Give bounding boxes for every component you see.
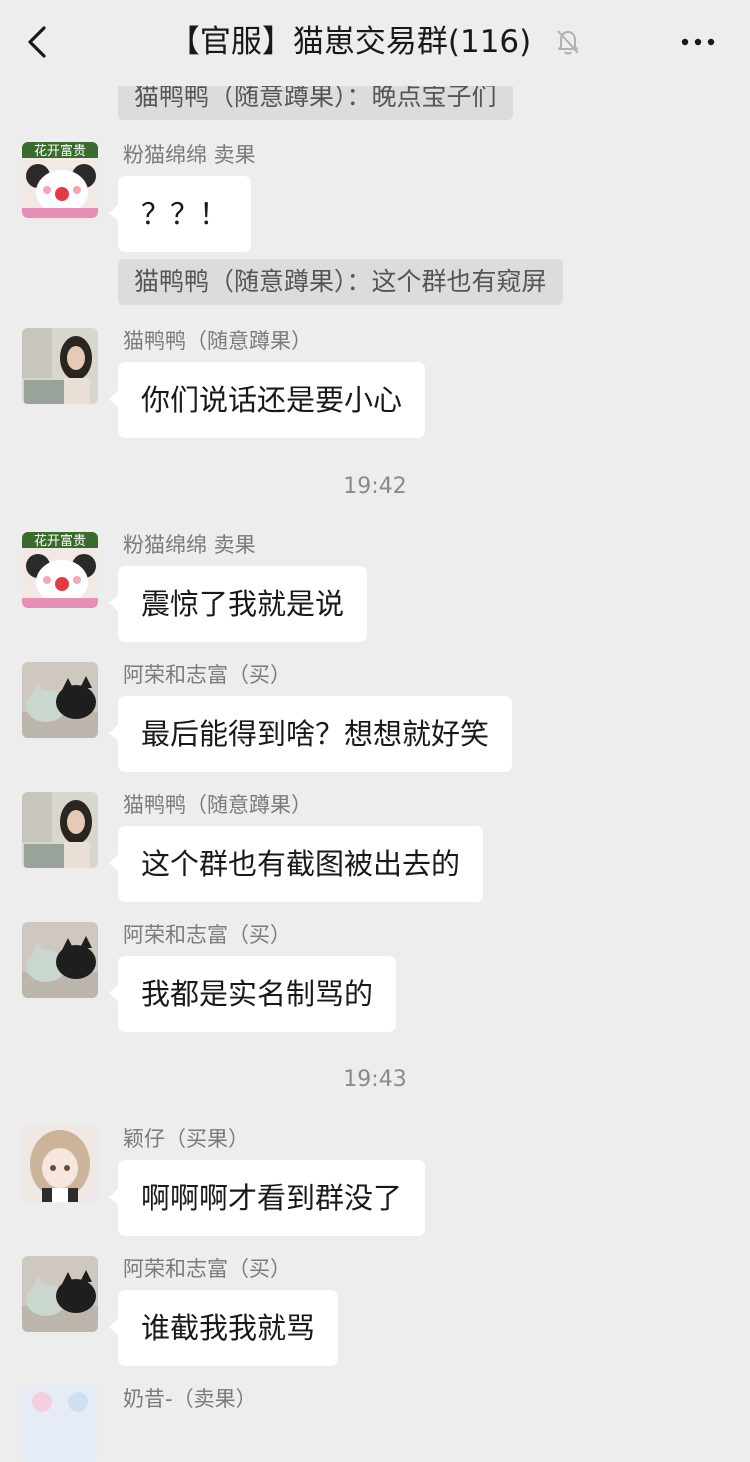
message-bubble[interactable]: 你们说话还是要小心 — [108, 362, 426, 438]
girl-photo-avatar-image — [22, 792, 98, 868]
avatar[interactable] — [22, 922, 98, 998]
message-bubble[interactable]: 啊啊啊才看到群没了 — [108, 1160, 426, 1236]
avatar[interactable] — [22, 1126, 98, 1202]
system-message: 猫鸭鸭（随意蹲果）：这个群也有窥屏 — [118, 259, 563, 305]
avatar[interactable] — [22, 328, 98, 404]
flower-cartoon-avatar-image: 花开富贵 — [22, 142, 98, 218]
sender-name: 猫鸭鸭（随意蹲果） — [123, 793, 312, 817]
message-bubble[interactable]: 这个群也有截图被出去的 — [108, 826, 484, 902]
mute-bell-icon — [557, 30, 579, 55]
svg-text:花开富贵: 花开富贵 — [34, 143, 86, 159]
top-bar: 【官服】猫崽交易群(116) — [0, 0, 750, 86]
avatar[interactable]: 花开富贵 — [22, 532, 98, 608]
cats-photo-avatar-image — [22, 662, 98, 738]
girl-photo-avatar-image — [22, 328, 98, 404]
sender-name: 猫鸭鸭（随意蹲果） — [123, 329, 312, 353]
message-bubble[interactable]: ？？！ — [108, 176, 252, 252]
avatar[interactable]: 花开富贵 — [22, 142, 98, 218]
chat-area[interactable]: 猫鸭鸭（随意蹲果）：晚点宝子们 花开富贵 粉猫绵绵 卖果 ？？！ 猫鸭鸭（随意蹲… — [0, 0, 750, 1462]
avatar[interactable] — [22, 1386, 98, 1462]
chat-title: 【官服】猫崽交易群(116) — [0, 20, 750, 64]
avatar[interactable] — [22, 1256, 98, 1332]
timestamp: 19:42 — [343, 474, 407, 499]
message-bubble[interactable]: 震惊了我就是说 — [108, 566, 368, 642]
sender-name: 阿荣和志富（买） — [123, 1257, 291, 1281]
sender-name: 粉猫绵绵 卖果 — [123, 533, 256, 557]
sender-name: 颖仔（买果） — [123, 1127, 249, 1151]
message-bubble[interactable]: 我都是实名制骂的 — [108, 956, 397, 1032]
sender-name: 粉猫绵绵 卖果 — [123, 143, 256, 167]
sender-name: 阿荣和志富（买） — [123, 923, 291, 947]
cats-photo-avatar-image — [22, 922, 98, 998]
timestamp: 19:43 — [343, 1067, 407, 1092]
cats-photo-avatar-image — [22, 1256, 98, 1332]
sender-name: 奶昔-（卖果） — [123, 1387, 257, 1411]
avatar[interactable] — [22, 792, 98, 868]
anime-girl-avatar-image — [22, 1126, 98, 1202]
group-name: 【官服】猫崽交易群(116) — [168, 24, 532, 60]
svg-text:花开富贵: 花开富贵 — [34, 533, 86, 549]
message-bubble[interactable]: 最后能得到啥？想想就好笑 — [108, 696, 513, 772]
message-bubble[interactable]: 谁截我我就骂 — [108, 1290, 339, 1366]
pastel-avatar-image — [22, 1386, 98, 1462]
flower-cartoon-avatar-image: 花开富贵 — [22, 532, 98, 608]
sender-name: 阿荣和志富（买） — [123, 663, 291, 687]
avatar[interactable] — [22, 662, 98, 738]
more-dots-icon[interactable] — [680, 30, 716, 54]
